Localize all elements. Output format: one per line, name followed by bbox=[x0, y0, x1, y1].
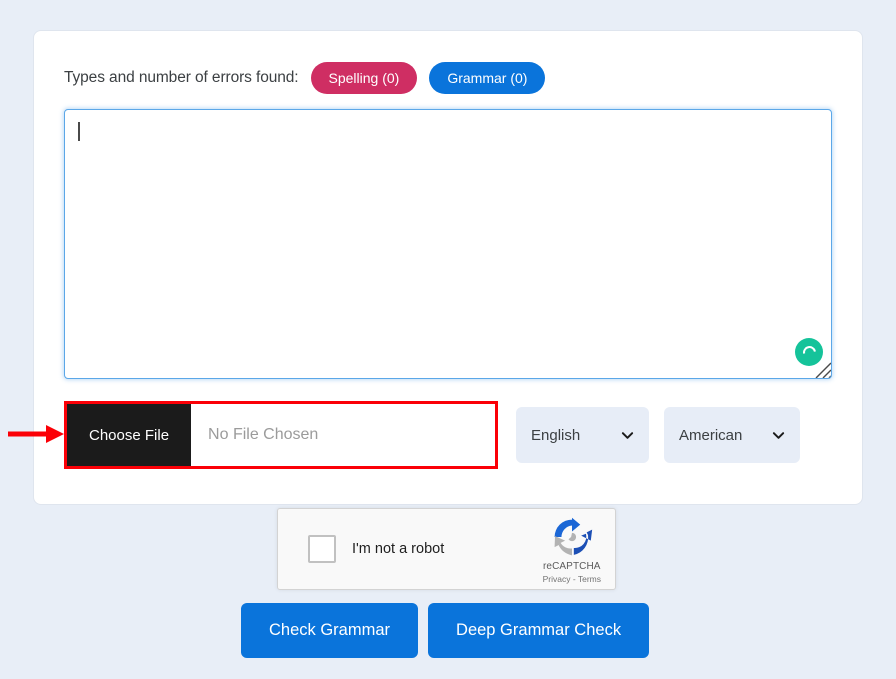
file-upload-field[interactable]: Choose File No File Chosen bbox=[64, 401, 498, 469]
errors-summary-row: Types and number of errors found: Spelli… bbox=[64, 62, 546, 94]
grammar-checker-card: Types and number of errors found: Spelli… bbox=[33, 30, 863, 505]
recaptcha-logo-icon bbox=[554, 517, 592, 555]
annotation-arrow-icon bbox=[8, 425, 64, 443]
chevron-down-icon bbox=[621, 431, 634, 439]
deep-grammar-check-button[interactable]: Deep Grammar Check bbox=[428, 603, 650, 658]
text-editor-container bbox=[64, 109, 832, 379]
action-buttons-row: Check Grammar Deep Grammar Check bbox=[241, 603, 650, 658]
text-caret bbox=[78, 122, 80, 141]
input-controls-row: Choose File No File Chosen English Ameri… bbox=[64, 401, 800, 469]
chevron-down-icon bbox=[772, 431, 785, 439]
recaptcha-branding: reCAPTCHA Privacy - Terms bbox=[543, 515, 601, 584]
dialect-select-value: American bbox=[679, 426, 743, 444]
dialect-select[interactable]: American bbox=[664, 407, 800, 463]
choose-file-button[interactable]: Choose File bbox=[67, 404, 192, 466]
recaptcha-widget[interactable]: I'm not a robot reCAPTCHA Privacy - Term… bbox=[277, 508, 616, 590]
language-select[interactable]: English bbox=[516, 407, 649, 463]
selected-file-name: No File Chosen bbox=[191, 404, 495, 466]
errors-found-label: Types and number of errors found: bbox=[64, 69, 299, 86]
text-editor[interactable] bbox=[64, 109, 832, 379]
grammar-errors-badge[interactable]: Grammar (0) bbox=[429, 62, 546, 94]
language-select-value: English bbox=[531, 426, 581, 444]
spelling-errors-badge[interactable]: Spelling (0) bbox=[310, 62, 418, 94]
recaptcha-legal-links[interactable]: Privacy - Terms bbox=[543, 574, 601, 584]
check-grammar-button[interactable]: Check Grammar bbox=[241, 603, 419, 658]
resize-handle-icon[interactable] bbox=[810, 357, 832, 379]
recaptcha-label: I'm not a robot bbox=[352, 541, 445, 557]
recaptcha-brand-name: reCAPTCHA bbox=[543, 560, 601, 572]
recaptcha-checkbox[interactable] bbox=[308, 535, 336, 563]
